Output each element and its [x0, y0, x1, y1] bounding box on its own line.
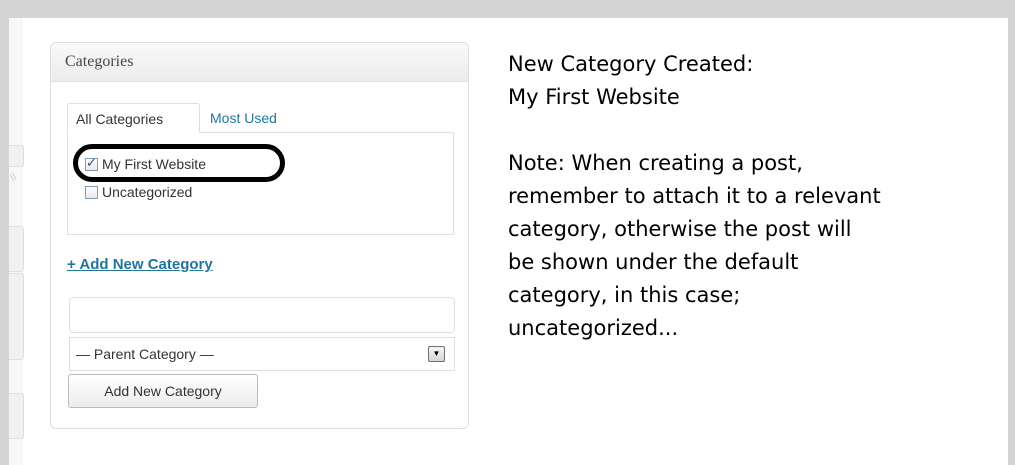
- new-category-name-input[interactable]: [69, 297, 455, 333]
- category-checkbox[interactable]: [85, 185, 98, 199]
- tab-all-categories[interactable]: All Categories: [67, 103, 200, 133]
- sidebar-collapsed-box: [9, 145, 24, 167]
- parent-category-select[interactable]: — Parent Category — ▼: [69, 337, 455, 371]
- parent-category-selected-value: — Parent Category —: [76, 346, 214, 362]
- chevron-down-icon[interactable]: ▼: [428, 346, 445, 362]
- add-new-category-link[interactable]: + Add New Category: [67, 256, 213, 273]
- postbox-title[interactable]: Categories: [51, 43, 468, 82]
- annotation-note-line: category, in this case;: [508, 283, 741, 307]
- window-frame-top: [0, 0, 1015, 18]
- annotation-note-line: remember to attach it to a relevant: [508, 184, 881, 208]
- annotation-spacer: [508, 114, 1008, 147]
- category-checklist: My First Website Uncategorized: [67, 132, 454, 235]
- sidebar-collapsed-box: [9, 226, 24, 272]
- category-label: Uncategorized: [102, 184, 193, 200]
- annotation-note-line: Note: When creating a post,: [508, 151, 803, 175]
- category-item-uncategorized[interactable]: Uncategorized: [85, 182, 192, 202]
- category-checkbox[interactable]: [85, 155, 98, 171]
- annotation-heading-line1: New Category Created:: [508, 52, 754, 76]
- category-label: My First Website: [102, 156, 206, 172]
- annotation-note-line: category, otherwise the post will: [508, 217, 852, 241]
- tab-most-used[interactable]: Most Used: [202, 103, 285, 133]
- annotation-heading-line2: My First Website: [508, 85, 680, 109]
- sidebar-collapsed-box: [9, 273, 24, 360]
- add-new-category-button[interactable]: Add New Category: [68, 374, 258, 408]
- categories-postbox: Categories All Categories Most Used My F…: [50, 42, 469, 429]
- window-frame-right: [1008, 0, 1015, 465]
- sidebar-collapsed-box: [9, 393, 24, 439]
- window-frame-left: [0, 0, 9, 465]
- annotation-note-line: uncategorized...: [508, 316, 679, 340]
- annotation-text: New Category Created: My First Website N…: [508, 48, 1008, 345]
- category-item-my-first-website[interactable]: My First Website: [73, 144, 285, 182]
- annotation-note-line: be shown under the default: [508, 250, 799, 274]
